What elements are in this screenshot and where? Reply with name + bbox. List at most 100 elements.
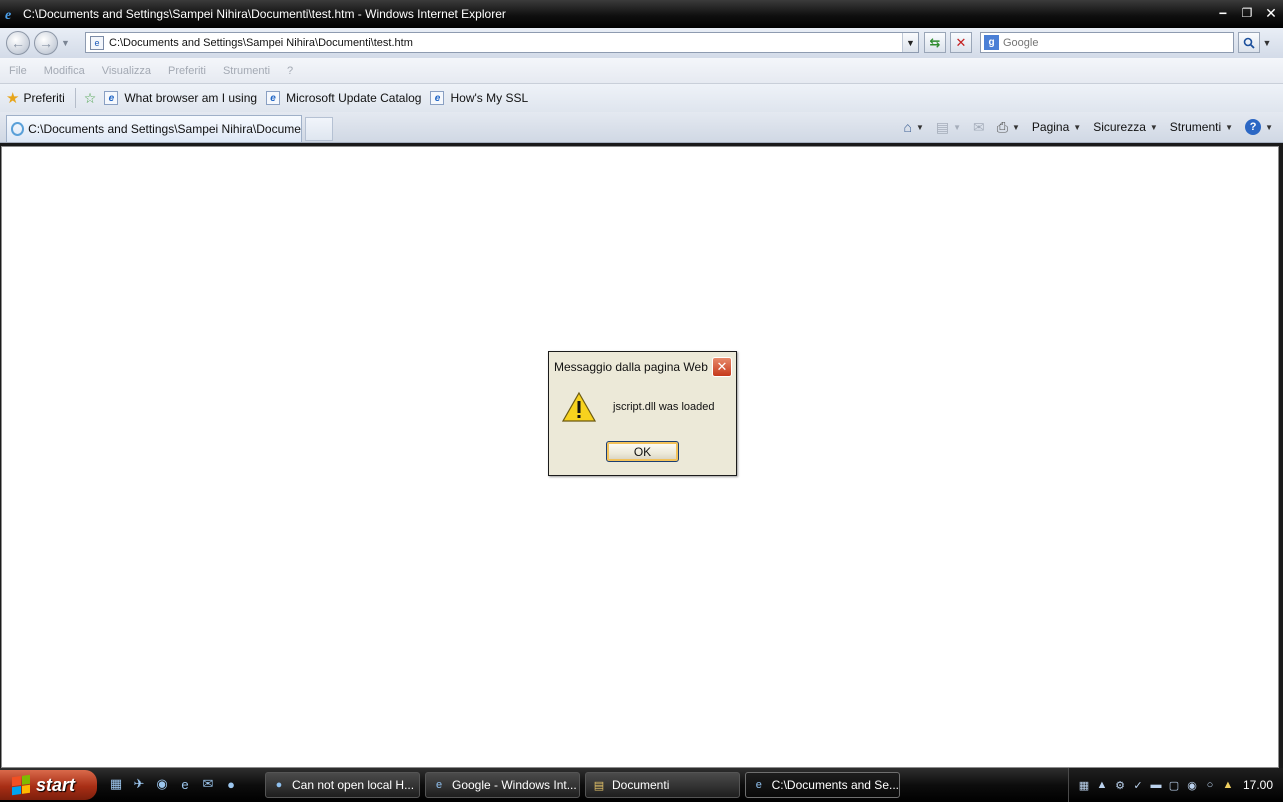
dialog-close-button[interactable]: ✕	[712, 357, 732, 377]
help-menu[interactable]: ? ▼	[1245, 119, 1273, 135]
address-url[interactable]: C:\Documents and Settings\Sampei Nihira\…	[109, 37, 413, 49]
quicklaunch-mail-icon[interactable]: ✉	[200, 776, 216, 792]
search-options-dropdown[interactable]: ▼	[1261, 32, 1273, 53]
menu-modifica[interactable]: Modifica	[44, 65, 85, 77]
close-window-button[interactable]: ✕	[1259, 2, 1283, 24]
ie-page-icon: e	[104, 91, 119, 105]
quicklaunch-app-icon[interactable]: ●	[223, 776, 239, 792]
stop-button[interactable]: ✕	[950, 32, 972, 53]
taskbar-item[interactable]: ● Can not open local H...	[265, 772, 420, 798]
tab-label: C:\Documents and Settings\Sampei Nihira\…	[28, 122, 301, 136]
favorites-separator	[74, 88, 76, 108]
feeds-icon: ▤	[935, 118, 950, 135]
ie-icon: e	[435, 779, 443, 791]
tools-menu[interactable]: Strumenti ▼	[1170, 120, 1233, 134]
dialog-title: Messaggio dalla pagina Web	[549, 352, 736, 381]
search-button[interactable]	[1238, 32, 1260, 53]
google-icon: g	[984, 35, 999, 50]
command-bar: ⌂ ▼ ▤ ▼ ✉ ⎙ ▼ Pagina ▼ Sicurezza ▼ Strumenti ▼…	[891, 112, 1273, 142]
page-menu[interactable]: Pagina ▼	[1032, 120, 1081, 134]
tab-current-page[interactable]: C:\Documents and Settings\Sampei Nihira\…	[6, 115, 302, 142]
quicklaunch-app-icon[interactable]: ◉	[154, 776, 170, 792]
taskbar-clock[interactable]: 17.00	[1243, 778, 1273, 792]
security-menu[interactable]: Sicurezza ▼	[1093, 120, 1158, 134]
dialog-body: jscript.dll was loaded OK	[552, 381, 733, 473]
add-to-favorites-icon[interactable]: ☆	[84, 90, 97, 107]
taskbar-item-active[interactable]: e C:\Documents and Se...	[745, 772, 900, 798]
dialog-message: jscript.dll was loaded	[613, 401, 715, 413]
tray-shield-icon[interactable]: ▲	[1095, 778, 1109, 792]
internet-explorer-icon: e	[5, 8, 11, 22]
favorite-link-label: Microsoft Update Catalog	[286, 91, 422, 105]
start-button[interactable]: start	[0, 770, 97, 800]
taskbar-item-label: Documenti	[612, 778, 670, 792]
svg-text:e: e	[5, 8, 11, 22]
tray-security-icon[interactable]: ▲	[1221, 778, 1235, 792]
stop-icon: ✕	[955, 34, 967, 50]
help-icon: ?	[1245, 119, 1262, 135]
feeds-button[interactable]: ▤ ▼	[936, 119, 961, 136]
back-button[interactable]: ←	[6, 31, 30, 55]
ie-icon: e	[755, 779, 762, 791]
favorites-star-icon[interactable]: ★	[6, 89, 19, 107]
tray-app-icon[interactable]: ◉	[1185, 778, 1199, 792]
restore-button[interactable]: ❐	[1235, 2, 1259, 24]
taskbar-item-label: C:\Documents and Se...	[771, 778, 899, 792]
tray-network-icon[interactable]: ▦	[1077, 778, 1091, 792]
quicklaunch-app-icon[interactable]: ▦	[108, 776, 124, 792]
new-tab-button[interactable]	[305, 117, 333, 141]
menu-visualizza[interactable]: Visualizza	[102, 65, 151, 77]
start-label: start	[36, 774, 76, 795]
quicklaunch-ie-icon[interactable]: e	[177, 776, 193, 792]
menu-file[interactable]: File	[9, 65, 27, 77]
tray-app-icon[interactable]: ○	[1203, 778, 1217, 792]
favorite-link-label: What browser am I using	[124, 91, 258, 105]
tray-monitor-icon[interactable]: ▢	[1167, 778, 1181, 792]
tray-app-icon[interactable]: ✓	[1131, 778, 1145, 792]
back-arrow-icon: ←	[11, 35, 25, 51]
taskbar-item[interactable]: e Google - Windows Int...	[425, 772, 580, 798]
window-title: C:\Documents and Settings\Sampei Nihira\…	[23, 7, 506, 21]
address-bar[interactable]: e C:\Documents and Settings\Sampei Nihir…	[85, 32, 919, 53]
taskbar-item-label: Can not open local H...	[292, 778, 415, 792]
menu-strumenti[interactable]: Strumenti	[223, 65, 270, 77]
address-dropdown-button[interactable]: ▼	[902, 33, 918, 52]
forward-button[interactable]: →	[34, 31, 58, 55]
refresh-button[interactable]: ⇆	[924, 32, 946, 53]
tools-menu-label: Strumenti	[1169, 120, 1222, 134]
print-icon: ⎙	[996, 118, 1008, 135]
recent-pages-dropdown[interactable]: ▼	[61, 38, 73, 48]
taskbar-item[interactable]: ▤ Documenti	[585, 772, 740, 798]
navigation-bar: ← → ▼ e C:\Documents and Settings\Sampei…	[0, 28, 1283, 58]
menu-help[interactable]: ?	[287, 65, 293, 77]
refresh-icon: ⇆	[929, 34, 941, 50]
warning-icon	[562, 391, 596, 422]
menu-preferiti[interactable]: Preferiti	[168, 65, 206, 77]
home-icon: ⌂	[903, 119, 912, 135]
tray-app-icon[interactable]: ⚙	[1113, 778, 1127, 792]
app-icon: ●	[275, 779, 283, 791]
system-tray: ▦ ▲ ⚙ ✓ ▬ ▢ ◉ ○ ▲ 17.00	[1068, 768, 1283, 802]
minimize-button[interactable]: −	[1211, 2, 1235, 24]
forward-arrow-icon: →	[39, 35, 53, 51]
favorite-link[interactable]: e What browser am I using	[104, 91, 257, 105]
windows-logo-icon	[12, 774, 30, 796]
favorites-button[interactable]: Preferiti	[23, 91, 64, 105]
title-bar: e C:\Documents and Settings\Sampei Nihir…	[0, 0, 1283, 28]
menu-bar: File Modifica Visualizza Preferiti Strum…	[0, 58, 1283, 84]
print-button[interactable]: ⎙ ▼	[997, 119, 1020, 136]
ok-button[interactable]: OK	[606, 441, 679, 462]
tray-app-icon[interactable]: ▬	[1149, 778, 1163, 792]
page-icon: e	[90, 35, 104, 50]
favorite-link[interactable]: e How's My SSL	[430, 91, 528, 105]
read-mail-button[interactable]: ✉	[973, 119, 985, 136]
search-input[interactable]	[1003, 36, 1223, 49]
home-button[interactable]: ⌂ ▼	[903, 119, 923, 135]
favorite-link-label: How's My SSL	[450, 91, 529, 105]
loading-icon	[11, 122, 25, 136]
security-menu-label: Sicurezza	[1093, 120, 1146, 134]
search-box[interactable]: g	[980, 32, 1234, 53]
favorite-link[interactable]: e Microsoft Update Catalog	[266, 91, 421, 105]
quicklaunch-app-icon[interactable]: ✈	[131, 776, 147, 792]
ie-page-icon: e	[266, 91, 281, 105]
